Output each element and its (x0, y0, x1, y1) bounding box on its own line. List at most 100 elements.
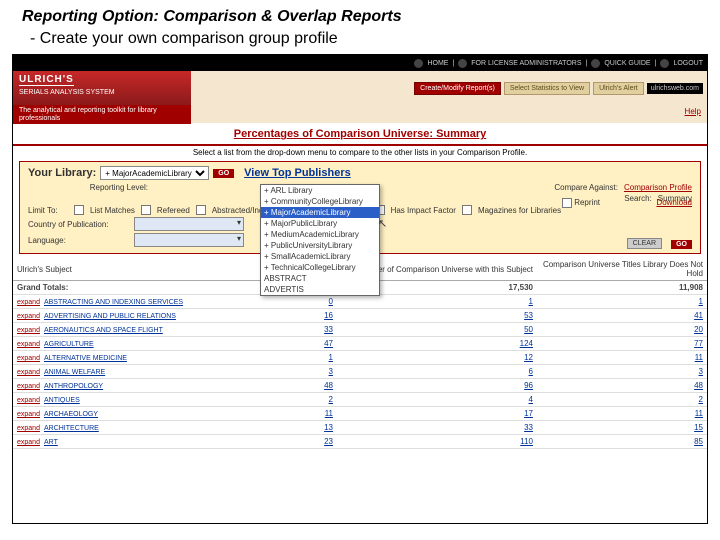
dropdown-option[interactable]: + CommunityCollegeLibrary (261, 196, 379, 207)
toolbar: Create/Modify Report(s) Select Statistic… (191, 71, 707, 105)
magazines-checkbox[interactable] (462, 205, 472, 215)
impact-label: Has Impact Factor (391, 206, 456, 215)
subject-link[interactable]: AGRICULTURE (44, 341, 94, 348)
nav-home[interactable]: HOME (427, 60, 448, 67)
tagline: The analytical and reporting toolkit for… (13, 105, 191, 124)
dropdown-option[interactable]: + ARL Library (261, 185, 379, 196)
reporting-level-label: Reporting Level: (28, 183, 148, 192)
cursor-icon: ↖ (378, 217, 387, 230)
go-button-bottom[interactable]: GO (671, 240, 692, 249)
brand-sys: SERIALS ANALYSIS SYSTEM (19, 89, 115, 96)
page-title: Percentages of Comparison Universe: Summ… (13, 124, 707, 146)
reprint-checkbox[interactable] (562, 198, 572, 208)
country-label: Country of Publication: (28, 220, 128, 229)
subject-link[interactable]: ABSTRACTING AND INDEXING SERVICES (44, 299, 183, 306)
subject-link[interactable]: AERONAUTICS AND SPACE FLIGHT (44, 327, 163, 334)
nav-admin[interactable]: FOR LICENSE ADMINISTRATORS (471, 60, 581, 67)
subject-link[interactable]: ADVERTISING AND PUBLIC RELATIONS (44, 313, 176, 320)
table-row: expandADVERTISING AND PUBLIC RELATIONS16… (13, 309, 707, 323)
dropdown-option[interactable]: ABSTRACT (261, 273, 379, 284)
table-row: expandANIMAL WELFARE363 (13, 365, 707, 379)
expand-link[interactable]: expand (17, 383, 40, 390)
table-row: expandANTHROPOLOGY489648 (13, 379, 707, 393)
dropdown-option[interactable]: + MajorPublicLibrary (261, 218, 379, 229)
expand-link[interactable]: expand (17, 411, 40, 418)
view-top-publishers-link[interactable]: View Top Publishers (244, 167, 351, 179)
nav-quickguide[interactable]: QUICK GUIDE (604, 60, 650, 67)
library-dropdown[interactable]: + ARL Library+ CommunityCollegeLibrary+ … (260, 184, 380, 296)
filter-panel: Your Library: + MajorAcademicLibrary GO … (19, 161, 701, 254)
help-link[interactable]: Help (685, 107, 701, 116)
table-row: expandAGRICULTURE4712477 (13, 337, 707, 351)
dropdown-option[interactable]: + SmallAcademicLibrary (261, 251, 379, 262)
col-subject: Ulrich's Subject (13, 258, 247, 281)
subject-link[interactable]: ANTIQUES (44, 397, 80, 404)
home-icon[interactable] (414, 59, 423, 68)
instruction-text: Select a list from the drop-down menu to… (13, 146, 707, 159)
expand-link[interactable]: expand (17, 439, 40, 446)
close-icon[interactable] (660, 59, 669, 68)
select-stats-button[interactable]: Select Statistics to View (504, 82, 590, 95)
nav-logout[interactable]: LOGOUT (673, 60, 703, 67)
subject-link[interactable]: ARCHITECTURE (44, 425, 99, 432)
tagline-row: The analytical and reporting toolkit for… (13, 105, 707, 124)
expand-link[interactable]: expand (17, 299, 40, 306)
comparison-profile-link[interactable]: Comparison Profile (624, 183, 692, 192)
expand-link[interactable]: expand (17, 369, 40, 376)
compare-against-label: Compare Against: (554, 183, 618, 192)
ulrichsweb-link[interactable]: ulrichsweb.com (647, 83, 703, 94)
library-select[interactable]: + MajorAcademicLibrary (100, 166, 209, 180)
limit-to-label: Limit To: (28, 206, 68, 215)
expand-link[interactable]: expand (17, 397, 40, 404)
table-row: expandARCHITECTURE133315 (13, 421, 707, 435)
expand-link[interactable]: expand (17, 425, 40, 432)
create-modify-button[interactable]: Create/Modify Report(s) (414, 82, 501, 95)
table-row: expandAERONAUTICS AND SPACE FLIGHT335020 (13, 323, 707, 337)
country-select[interactable] (134, 217, 244, 231)
dropdown-option[interactable]: + TechnicalCollegeLibrary (261, 262, 379, 273)
refereed-checkbox[interactable] (141, 205, 151, 215)
subject-link[interactable]: ART (44, 439, 58, 446)
language-label: Language: (28, 236, 128, 245)
alerts-button[interactable]: Ulrich's Alert (593, 82, 644, 95)
expand-link[interactable]: expand (17, 313, 40, 320)
brand-name: ULRICH'S (19, 74, 74, 86)
table-row: expandABSTRACTING AND INDEXING SERVICES0… (13, 295, 707, 309)
top-nav: HOME| FOR LICENSE ADMINISTRATORS| QUICK … (13, 55, 707, 71)
your-library-label: Your Library: (28, 167, 96, 179)
dropdown-option[interactable]: + PublicUniversityLibrary (261, 240, 379, 251)
table-row: expandART2311085 (13, 435, 707, 449)
table-row: expandARCHAEOLOGY111711 (13, 407, 707, 421)
table-row: expandALTERNATIVE MEDICINE11211 (13, 351, 707, 365)
help-icon[interactable] (591, 59, 600, 68)
info-icon[interactable] (458, 59, 467, 68)
search-label: Search: (624, 194, 652, 203)
table-row: expandANTIQUES242 (13, 393, 707, 407)
clear-button[interactable]: CLEAR (627, 238, 662, 249)
subject-link[interactable]: ANIMAL WELFARE (44, 369, 105, 376)
subject-link[interactable]: ALTERNATIVE MEDICINE (44, 355, 127, 362)
expand-link[interactable]: expand (17, 341, 40, 348)
dropdown-option[interactable]: + MajorAcademicLibrary (261, 207, 379, 218)
col-not-hold: Comparison Universe Titles Library Does … (537, 258, 707, 281)
dropdown-option[interactable]: + MediumAcademicLibrary (261, 229, 379, 240)
language-select[interactable] (134, 233, 244, 247)
subject-link[interactable]: ANTHROPOLOGY (44, 383, 103, 390)
subject-link[interactable]: ARCHAEOLOGY (44, 411, 98, 418)
abstracted-checkbox[interactable] (196, 205, 206, 215)
list-matches-label: List Matches (90, 206, 135, 215)
expand-link[interactable]: expand (17, 327, 40, 334)
brand-row: ULRICH'S SERIALS ANALYSIS SYSTEM Create/… (13, 71, 707, 105)
title-em: Comparison & Overlap Reports (163, 8, 401, 25)
reprint-label: Reprint (574, 198, 600, 207)
app-window: HOME| FOR LICENSE ADMINISTRATORS| QUICK … (12, 54, 708, 524)
dropdown-option[interactable]: ADVERTIS (261, 284, 379, 295)
download-link[interactable]: Download (656, 198, 692, 207)
logo: ULRICH'S SERIALS ANALYSIS SYSTEM (13, 71, 191, 105)
list-matches-checkbox[interactable] (74, 205, 84, 215)
expand-link[interactable]: expand (17, 355, 40, 362)
slide-subtitle: - Create your own comparison group profi… (0, 30, 720, 54)
slide-title: Reporting Option: Comparison & Overlap R… (0, 0, 720, 30)
refereed-label: Refereed (157, 206, 190, 215)
go-button[interactable]: GO (213, 169, 234, 178)
